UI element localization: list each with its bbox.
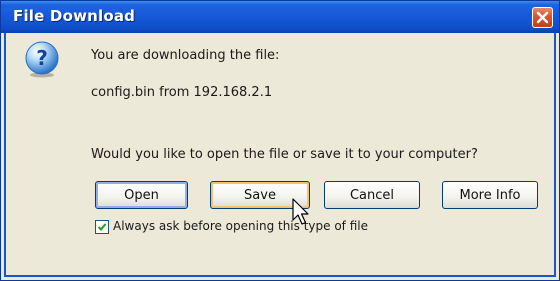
question-icon: ? xyxy=(25,41,59,78)
mouse-pointer-icon xyxy=(292,198,309,225)
always-ask-label[interactable]: Always ask before opening this type of f… xyxy=(113,219,368,233)
more-info-button[interactable]: More Info xyxy=(442,181,538,209)
file-source-text: config.bin from 192.168.2.1 xyxy=(91,85,273,100)
open-or-save-question: Would you like to open the file or save … xyxy=(91,147,478,162)
file-download-dialog: File Download ? You are downloading the … xyxy=(0,0,560,281)
always-ask-checkbox[interactable] xyxy=(95,220,109,234)
checkmark-icon xyxy=(97,223,107,231)
download-message: You are downloading the file: xyxy=(91,48,280,63)
cancel-button[interactable]: Cancel xyxy=(324,181,420,209)
title-bar[interactable]: File Download xyxy=(1,1,559,33)
close-button[interactable] xyxy=(532,7,553,28)
dialog-title: File Download xyxy=(13,7,136,25)
close-icon xyxy=(536,11,549,24)
svg-text:?: ? xyxy=(36,46,48,70)
open-button[interactable]: Open xyxy=(95,181,188,209)
